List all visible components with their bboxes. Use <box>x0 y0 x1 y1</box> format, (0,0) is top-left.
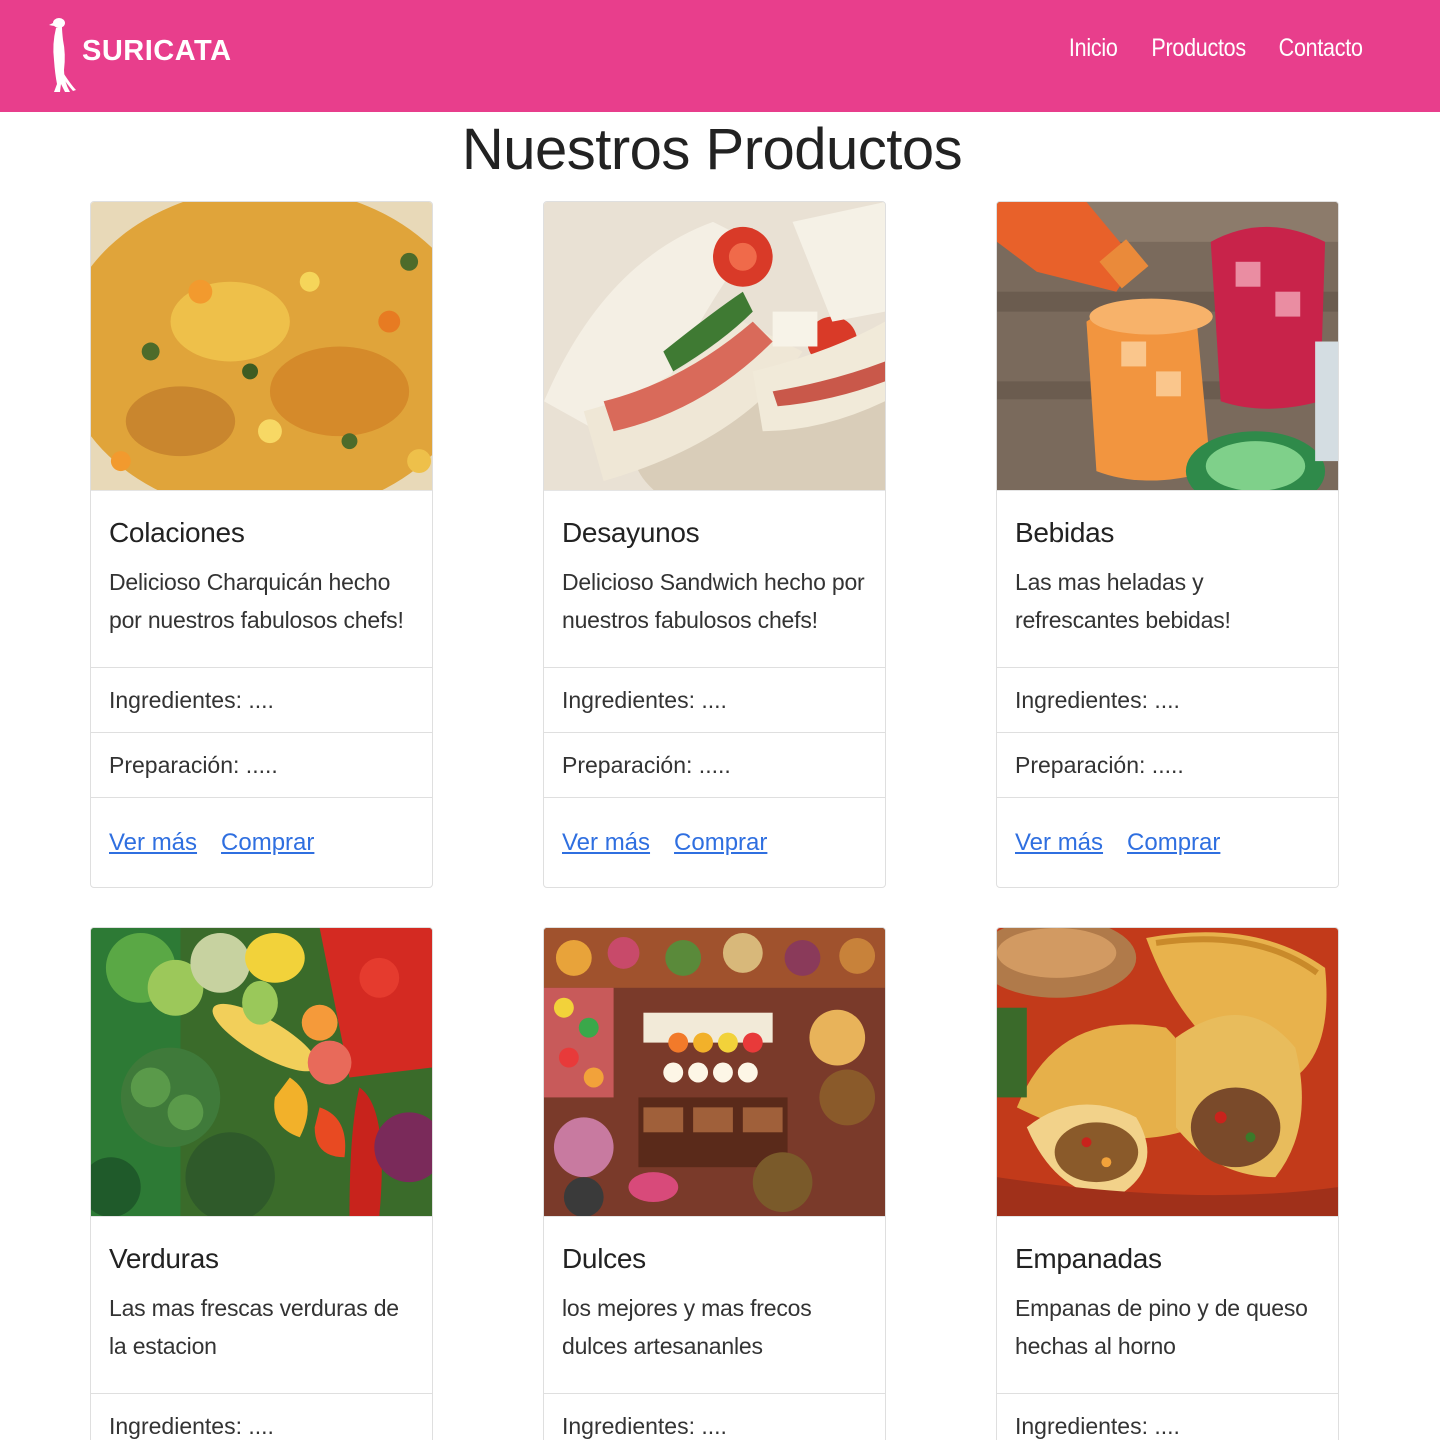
ingredients-item: Ingredientes: .... <box>91 1394 432 1440</box>
vegetables-photo <box>91 928 432 1217</box>
card-title: Colaciones <box>109 517 245 548</box>
sweets-photo <box>544 928 885 1217</box>
product-card-colaciones: Colaciones Delicioso Charquicán hecho po… <box>90 201 433 888</box>
ingredients-item: Ingredientes: .... <box>544 1394 885 1440</box>
preparation-item: Preparación: ..... <box>997 733 1338 798</box>
product-card-verduras: Verduras Las mas frescas verduras de la … <box>90 927 433 1440</box>
card-title: Desayunos <box>562 517 700 548</box>
card-title: Verduras <box>109 1243 219 1274</box>
nav-links: Inicio Productos Contacto <box>1061 34 1363 63</box>
sandwich-photo <box>544 202 885 491</box>
card-text: Las mas heladas y refrescantes bebidas! <box>1015 569 1231 633</box>
nav-productos[interactable]: Productos <box>1152 34 1247 63</box>
card-text: Delicioso Sandwich hecho por nuestros fa… <box>562 569 865 633</box>
charquican-photo <box>91 202 432 491</box>
ingredients-item: Ingredientes: .... <box>544 668 885 733</box>
page-title: Nuestros Productos <box>461 117 963 182</box>
product-card-empanadas: Empanadas Empanas de pino y de queso hec… <box>996 927 1339 1440</box>
comprar-link[interactable]: Comprar <box>221 829 314 857</box>
card-text: Las mas frescas verduras de la estacion <box>109 1295 399 1359</box>
preparation-item: Preparación: ..... <box>544 733 885 798</box>
comprar-link[interactable]: Comprar <box>674 829 767 857</box>
ingredients-item: Ingredientes: .... <box>997 1394 1338 1440</box>
ver-mas-link[interactable]: Ver más <box>109 829 197 857</box>
drinks-photo <box>997 202 1338 491</box>
product-card-bebidas: Bebidas Las mas heladas y refrescantes b… <box>996 201 1339 888</box>
navbar: SURICATA Inicio Productos Contacto <box>0 0 1440 112</box>
card-text: los mejores y mas frecos dulces artesana… <box>562 1295 812 1359</box>
ingredients-item: Ingredientes: .... <box>91 668 432 733</box>
empanadas-photo <box>997 928 1338 1217</box>
ingredients-item: Ingredientes: .... <box>997 668 1338 733</box>
nav-inicio[interactable]: Inicio <box>1069 34 1118 63</box>
ver-mas-link[interactable]: Ver más <box>562 829 650 857</box>
preparation-item: Preparación: ..... <box>91 733 432 798</box>
brand-name: SURICATA <box>82 34 232 67</box>
nav-contacto[interactable]: Contacto <box>1279 34 1363 63</box>
meerkat-icon <box>48 14 78 94</box>
card-title: Dulces <box>562 1243 646 1274</box>
card-text: Empanas de pino y de queso hechas al hor… <box>1015 1295 1308 1359</box>
card-title: Bebidas <box>1015 517 1115 548</box>
card-text: Delicioso Charquicán hecho por nuestros … <box>109 569 404 633</box>
ver-mas-link[interactable]: Ver más <box>1015 829 1103 857</box>
card-title: Empanadas <box>1015 1243 1162 1274</box>
brand-link[interactable]: SURICATA <box>48 14 232 94</box>
product-card-desayunos: Desayunos Delicioso Sandwich hecho por n… <box>543 201 886 888</box>
product-card-dulces: Dulces los mejores y mas frecos dulces a… <box>543 927 886 1440</box>
comprar-link[interactable]: Comprar <box>1127 829 1220 857</box>
